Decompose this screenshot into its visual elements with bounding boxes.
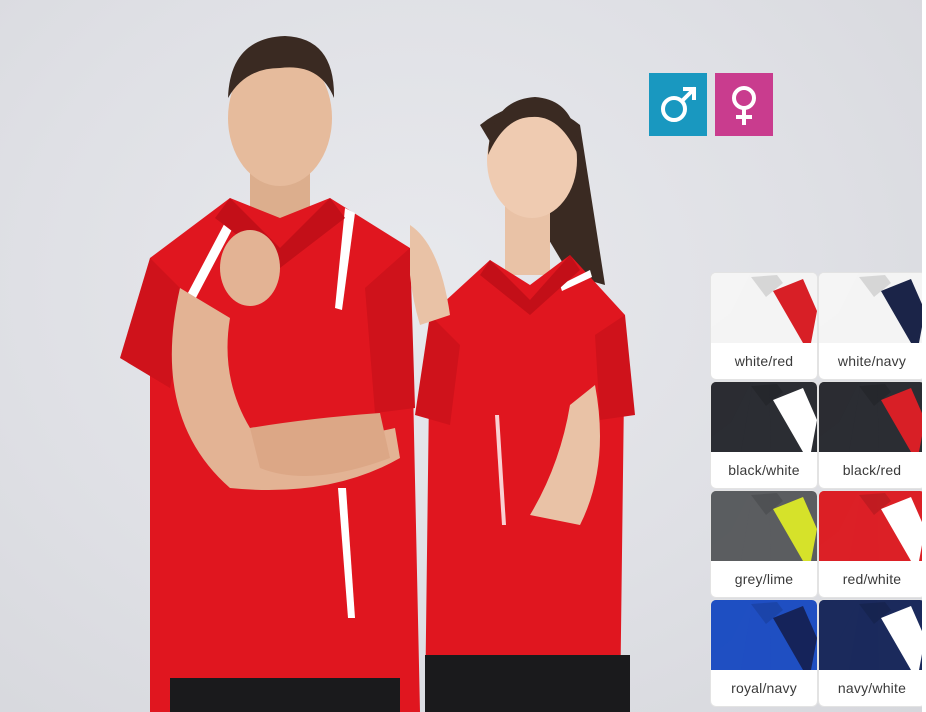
shirt-swatch-image: [819, 600, 925, 670]
male-symbol-icon: [661, 86, 696, 122]
shirt-swatch-image: [711, 273, 817, 343]
female-model-image: [410, 97, 635, 712]
female-badge: [715, 73, 773, 136]
color-swatch-royal-navy[interactable]: royal/navy: [711, 600, 817, 706]
color-swatch-navy-white[interactable]: navy/white: [819, 600, 925, 706]
female-symbol-icon: [732, 85, 756, 125]
color-swatch-red-white[interactable]: red/white: [819, 491, 925, 597]
swatch-label: navy/white: [837, 680, 907, 696]
shirt-swatch-image: [819, 382, 925, 452]
color-swatch-black-white[interactable]: black/white: [711, 382, 817, 488]
swatch-label: white/navy: [837, 353, 907, 369]
swatch-label: red/white: [842, 571, 902, 587]
swatch-label: white/red: [734, 353, 794, 369]
shirt-swatch-image: [711, 600, 817, 670]
shirt-swatch-image: [819, 273, 925, 343]
right-edge-strip: [922, 0, 926, 712]
swatch-label: grey/lime: [734, 571, 794, 587]
shirt-swatch-image: [819, 491, 925, 561]
shirt-swatch-image: [711, 382, 817, 452]
swatch-label: black/white: [728, 462, 800, 478]
color-swatch-grey-lime[interactable]: grey/lime: [711, 491, 817, 597]
swatch-label: royal/navy: [731, 680, 797, 696]
male-badge: [649, 73, 707, 136]
color-swatch-white-navy[interactable]: white/navy: [819, 273, 925, 379]
color-swatch-grid: white/red white/navy black/white black/red g…: [710, 273, 926, 708]
swatch-label: black/red: [842, 462, 902, 478]
shirt-swatch-image: [711, 491, 817, 561]
color-swatch-black-red[interactable]: black/red: [819, 382, 925, 488]
color-swatch-white-red[interactable]: white/red: [711, 273, 817, 379]
product-page: white/red white/navy black/white black/red g…: [0, 0, 926, 712]
male-model-image: [120, 36, 420, 712]
